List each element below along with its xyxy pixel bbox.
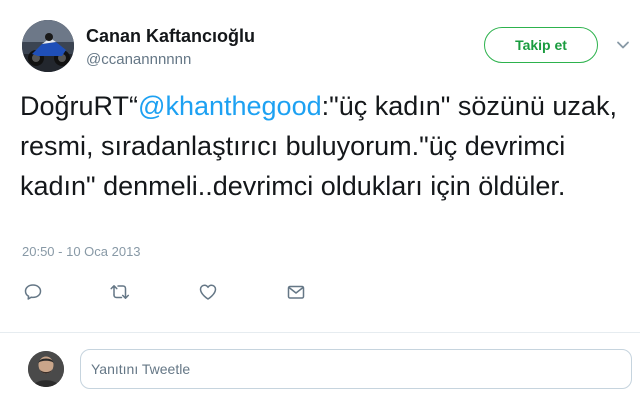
reply-input[interactable] [80,349,632,389]
like-button[interactable] [196,280,220,304]
tweet-card: Canan Kaftancıoğlu @ccanannnnnn Takip et… [0,0,640,403]
user-avatar-image [28,351,64,387]
retweet-button[interactable] [108,280,132,304]
tweet-timestamp[interactable]: 20:50 - 10 Oca 2013 [22,244,141,259]
reply-icon [24,284,42,300]
current-user-avatar[interactable] [28,351,64,387]
tweet-text-prefix: DoğruRT“ [20,91,139,121]
chevron-down-icon[interactable] [616,38,630,52]
tweet-text: DoğruRT“@khanthegood:"üç kadın" sözünü u… [20,86,632,206]
reply-button[interactable] [21,280,45,304]
mention-link[interactable]: @khanthegood [138,91,322,121]
follow-button[interactable]: Takip et [484,27,598,63]
reply-composer [0,333,640,403]
like-icon [199,284,217,300]
direct-message-button[interactable] [284,280,308,304]
retweet-icon [110,285,130,299]
tweet-actions [0,280,640,304]
author-handle[interactable]: @ccanannnnnn [86,51,191,68]
direct-message-icon [287,285,305,299]
motorcycle-avatar-image [22,20,74,72]
author-avatar[interactable] [22,20,74,72]
author-name[interactable]: Canan Kaftancıoğlu [86,26,255,47]
